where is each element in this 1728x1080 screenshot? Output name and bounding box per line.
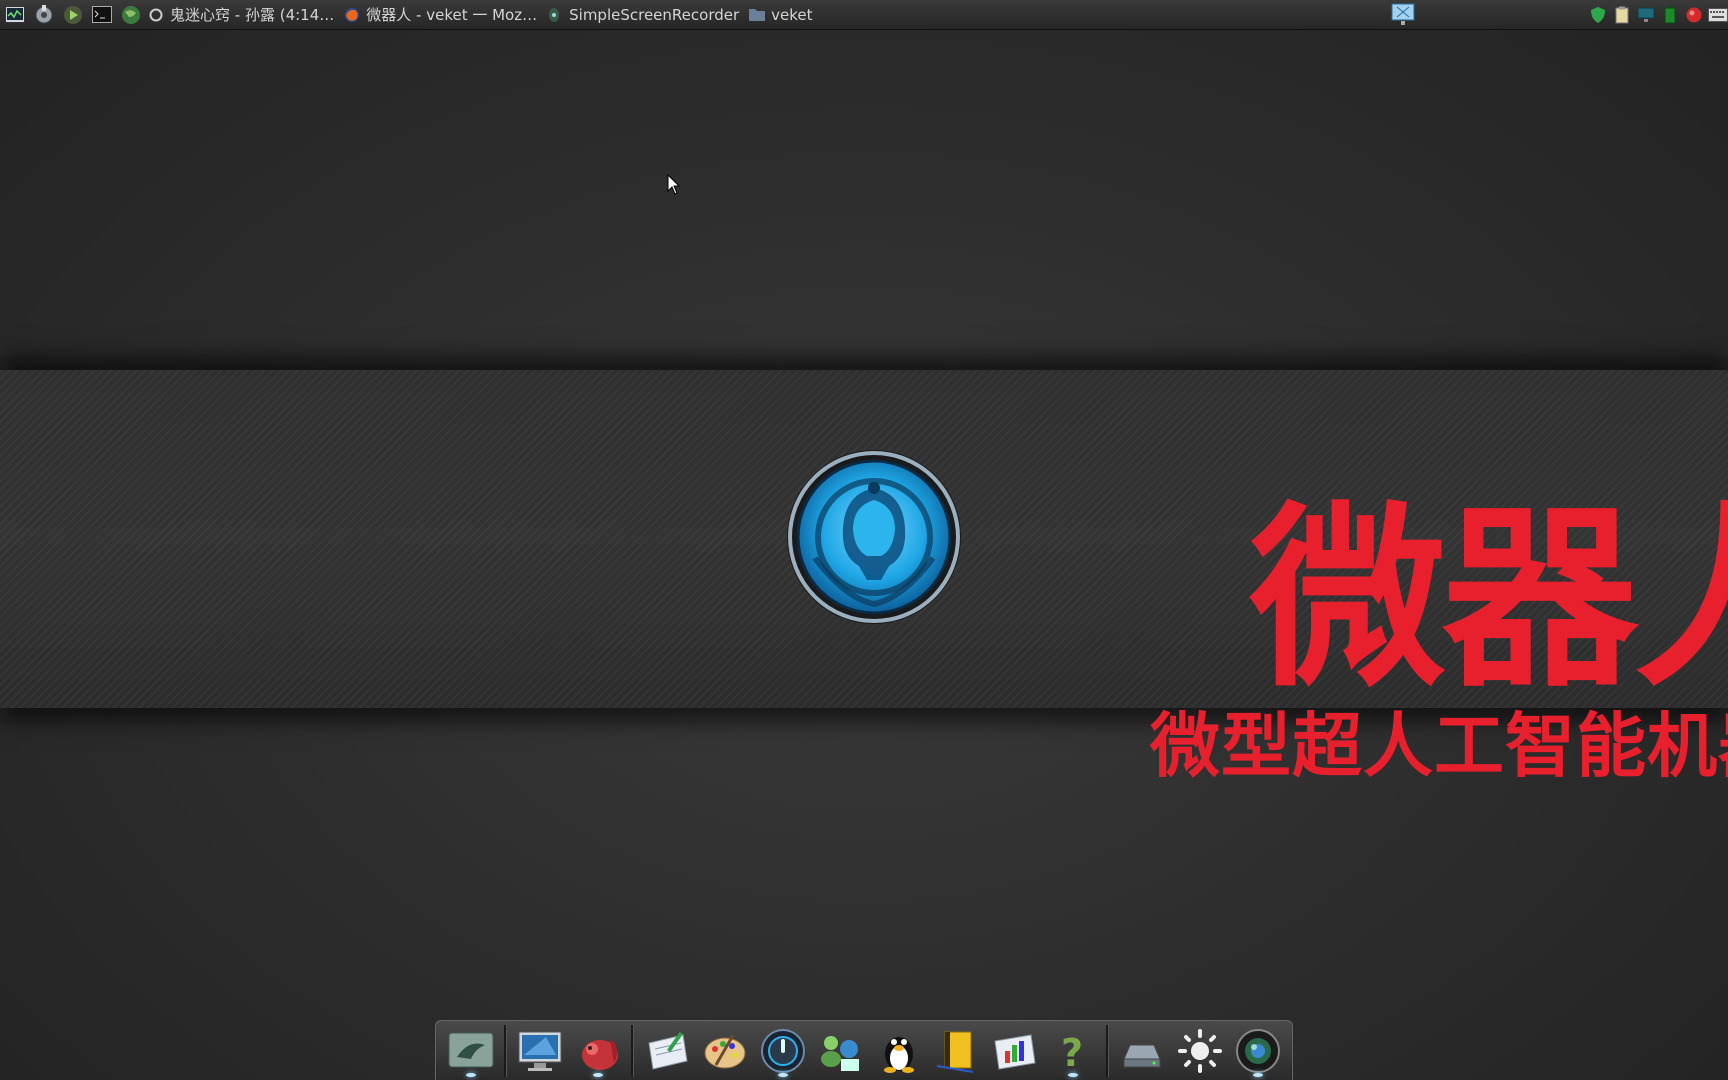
dock-item-monitor[interactable] (513, 1024, 567, 1078)
dock-item-squirrel[interactable] (571, 1024, 625, 1078)
drive-icon (1123, 1044, 1161, 1067)
clipboard-icon[interactable] (1612, 5, 1632, 25)
task-firefox[interactable]: 微器人 - veket 一 Moz… (344, 4, 537, 25)
dock-item-spreadsheet[interactable] (988, 1024, 1042, 1078)
globe-icon[interactable] (118, 3, 144, 27)
brand-subtitle: 微型超人工智能机器 (1150, 705, 1728, 787)
task-title: 鬼迷心窍 - 孙露 (4:14… (170, 6, 335, 24)
dock-item-text-editor[interactable] (640, 1024, 694, 1078)
dock-item-music-player[interactable] (756, 1024, 810, 1078)
dock-item-camera[interactable] (1231, 1024, 1285, 1078)
dock-separator (504, 1024, 507, 1077)
paint-palette-icon (704, 1034, 746, 1068)
dock-item-file-manager[interactable] (444, 1024, 498, 1078)
task-music[interactable]: 鬼迷心窍 - 孙露 (4:14… (170, 4, 334, 25)
task-title: SimpleScreenRecorder (569, 5, 740, 24)
keyboard-icon[interactable] (1708, 5, 1728, 25)
running-indicator (1253, 1072, 1263, 1077)
tools-icon[interactable] (31, 3, 57, 27)
squirrel-icon (582, 1038, 618, 1070)
spreadsheet-icon (994, 1033, 1036, 1070)
music-player-icon (761, 1028, 805, 1073)
robot-logo-icon (787, 450, 961, 624)
users-network-icon (821, 1035, 859, 1071)
battery-icon[interactable] (1660, 5, 1680, 25)
running-indicator (593, 1072, 603, 1077)
top-panel: 鬼迷心窍 - 孙露 (4:14… 微器人 - veket 一 Moz… Simp… (0, 0, 1728, 30)
shark-file-manager-icon (448, 1032, 494, 1067)
firefox-icon (344, 7, 360, 23)
task-title: 微器人 - veket 一 Moz… (366, 6, 538, 24)
desktop[interactable]: 鬼迷心窍 - 孙露 (4:14… 微器人 - veket 一 Moz… Simp… (0, 0, 1728, 1080)
brand-title: 微器人 (1250, 486, 1728, 714)
dock: ? (435, 1020, 1293, 1080)
dock-separator (1106, 1024, 1109, 1077)
running-indicator (1068, 1072, 1078, 1077)
dock-item-paint[interactable] (698, 1024, 752, 1078)
running-indicator (778, 1072, 788, 1077)
dock-item-settings[interactable] (1173, 1024, 1227, 1078)
recorder-icon (547, 7, 563, 23)
monitor-icon (518, 1031, 562, 1071)
workspace-indicator[interactable] (1388, 2, 1418, 28)
dock-separator (631, 1024, 634, 1077)
notebook-icon (936, 1031, 974, 1073)
record-icon[interactable] (147, 3, 165, 27)
svg-text:?: ? (1061, 1031, 1083, 1074)
shield-icon[interactable] (1588, 5, 1608, 25)
help-icon: ? (1061, 1031, 1083, 1074)
dock-item-qq[interactable] (872, 1024, 926, 1078)
task-recorder[interactable]: SimpleScreenRecorder (547, 6, 739, 24)
network-icon[interactable] (1636, 5, 1656, 25)
power-icon[interactable] (1684, 5, 1704, 25)
task-title: veket (771, 5, 813, 24)
folder-icon (749, 7, 766, 23)
penguin-qq-icon (884, 1036, 914, 1073)
dock-item-users-network[interactable] (814, 1024, 868, 1078)
task-folder[interactable]: veket (749, 5, 813, 24)
system-tray (1584, 0, 1728, 30)
mouse-cursor-icon (667, 174, 681, 195)
settings-sun-icon (1178, 1028, 1222, 1073)
running-indicator (466, 1072, 476, 1077)
terminal-icon[interactable] (89, 3, 115, 27)
media-player-icon[interactable] (60, 3, 86, 27)
dock-item-notebook[interactable] (930, 1024, 984, 1078)
text-editor-icon (648, 1031, 688, 1070)
camera-lens-icon (1236, 1028, 1280, 1073)
dock-item-help[interactable]: ? (1046, 1024, 1100, 1078)
dock-item-drive[interactable] (1115, 1024, 1169, 1078)
system-monitor-icon[interactable] (2, 3, 28, 27)
